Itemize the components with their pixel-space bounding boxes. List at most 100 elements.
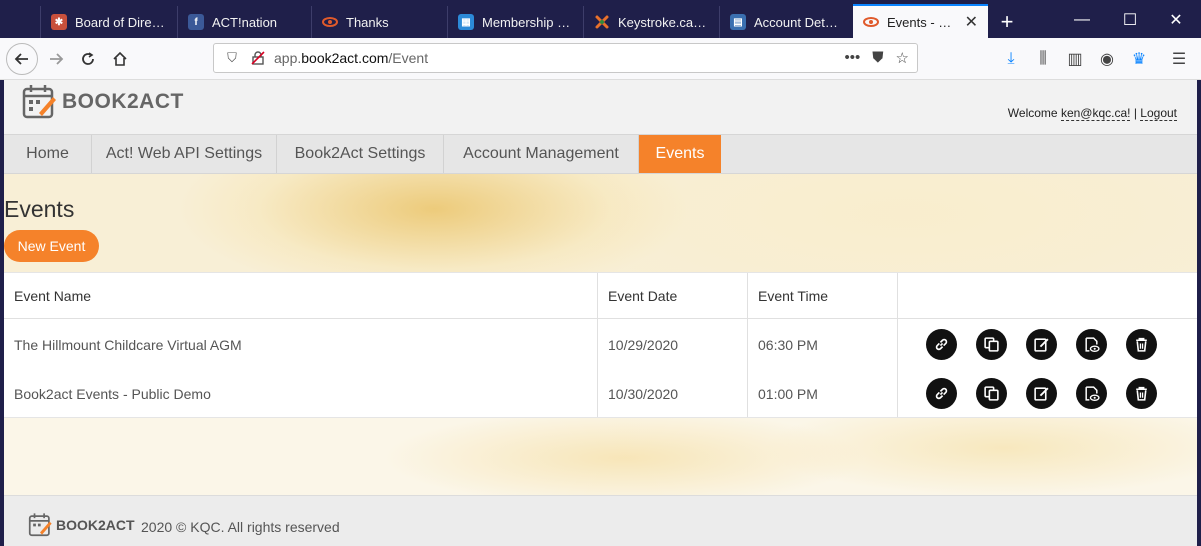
url-prefix: app.: [274, 50, 302, 66]
footer-logo: BOOK2ACT: [28, 512, 135, 538]
event-date-cell: 10/29/2020: [608, 336, 679, 353]
delete-button[interactable]: [1126, 329, 1157, 360]
menu-item-home[interactable]: Home: [4, 135, 92, 173]
eye-logo-icon: [863, 14, 879, 30]
menu-item-account-management[interactable]: Account Management: [444, 135, 639, 173]
eye-logo-icon: [322, 14, 338, 30]
web-page: BOOK2ACT Welcome ken@kqc.ca! | Logout Ho…: [4, 80, 1197, 546]
blue-grid-icon: ▦: [458, 14, 474, 30]
browser-tab[interactable]: Keystroke.ca - Wo: [583, 6, 719, 38]
shield-icon[interactable]: ⛉: [224, 50, 240, 66]
edit-icon: [1034, 338, 1049, 352]
welcome-text: Welcome ken@kqc.ca! | Logout: [1007, 106, 1177, 121]
preview-button[interactable]: [1076, 329, 1107, 360]
logout-link[interactable]: Logout: [1140, 106, 1177, 121]
events-hero: Events New Event: [4, 174, 1197, 272]
main-menu: Home Act! Web API Settings Book2Act Sett…: [4, 134, 1197, 174]
maximize-icon[interactable]: ☐: [1110, 6, 1150, 34]
browser-tab[interactable]: f ACT!nation: [177, 6, 311, 38]
column-header-event-date: Event Date: [608, 288, 678, 304]
event-name-cell: The Hillmount Childcare Virtual AGM: [14, 336, 242, 353]
table-row: Book2act Events - Public Demo 10/30/2020…: [4, 369, 1197, 418]
decorative-background: [4, 418, 1197, 495]
menu-icon[interactable]: ☰: [1168, 48, 1190, 70]
reload-button[interactable]: [72, 43, 104, 75]
browser-tab[interactable]: Thanks: [311, 6, 447, 38]
column-header-event-time: Event Time: [758, 288, 829, 304]
bookmark-star-icon[interactable]: ☆: [896, 49, 909, 67]
insecure-lock-icon[interactable]: [250, 51, 266, 65]
browser-tab[interactable]: ▤ Account Details -: [719, 6, 853, 38]
tab-label: Board of Directors: [75, 14, 167, 30]
new-tab-button[interactable]: +: [993, 8, 1021, 36]
back-button[interactable]: [6, 43, 38, 75]
document-icon: ▤: [730, 14, 746, 30]
edit-button[interactable]: [1026, 378, 1057, 409]
browser-tab-active[interactable]: Events - Book2 ✕: [853, 4, 988, 38]
event-date-cell: 10/30/2020: [608, 385, 679, 402]
user-link[interactable]: ken@kqc.ca!: [1060, 106, 1131, 121]
close-tab-icon[interactable]: ✕: [965, 12, 978, 32]
copy-icon: [984, 337, 999, 352]
forward-button[interactable]: [40, 43, 72, 75]
logo-text: BOOK2ACT: [62, 90, 184, 113]
preview-button[interactable]: [1076, 378, 1107, 409]
more-icon[interactable]: •••: [845, 49, 861, 67]
copy-button[interactable]: [976, 378, 1007, 409]
site-logo[interactable]: BOOK2ACT: [22, 82, 184, 122]
site-header: BOOK2ACT Welcome ken@kqc.ca! | Logout: [4, 80, 1197, 134]
close-window-icon[interactable]: ✕: [1156, 6, 1196, 34]
tab-label: Thanks: [346, 14, 389, 30]
url-actions: ••• ⛊ ☆: [845, 49, 909, 67]
welcome-prefix: Welcome: [1007, 106, 1058, 120]
edit-button[interactable]: [1026, 329, 1057, 360]
url-path: /Event: [388, 50, 429, 66]
row-actions: [926, 378, 1157, 409]
menu-item-api-settings[interactable]: Act! Web API Settings: [92, 135, 277, 173]
reload-icon: [82, 52, 94, 65]
preview-icon: [1085, 337, 1100, 352]
address-bar[interactable]: ⛉ app.book2act.com/Event ••• ⛊ ☆: [213, 43, 918, 73]
download-icon[interactable]: ⤓: [1000, 48, 1022, 70]
arrow-right-icon: [50, 53, 64, 65]
event-time-cell: 01:00 PM: [758, 385, 818, 402]
library-icon[interactable]: ⫼: [1032, 48, 1054, 70]
arrow-left-icon: [14, 53, 28, 65]
pocket-icon[interactable]: ⛊: [872, 49, 883, 67]
event-name-cell: Book2act Events - Public Demo: [14, 385, 211, 402]
page-title: Events: [4, 196, 75, 222]
trash-icon: [1136, 386, 1147, 401]
link-button[interactable]: [926, 329, 957, 360]
calendar-logo-icon: [28, 513, 52, 537]
delete-button[interactable]: [1126, 378, 1157, 409]
menu-item-book2act-settings[interactable]: Book2Act Settings: [277, 135, 444, 173]
row-actions: [926, 329, 1157, 360]
link-icon: [935, 338, 948, 351]
copy-button[interactable]: [976, 329, 1007, 360]
copyright-text: 2020 © KQC. All rights reserved: [141, 519, 340, 535]
minimize-icon[interactable]: —: [1062, 6, 1102, 34]
browser-tab[interactable]: ✱ Board of Directors: [40, 6, 177, 38]
browser-navbar: ⛉ app.book2act.com/Event ••• ⛊ ☆ ⤓ ⫼ ▥ ◉…: [0, 38, 1201, 80]
tab-label: Account Details -: [754, 14, 843, 30]
copy-icon: [984, 386, 999, 401]
account-icon[interactable]: ◉: [1096, 48, 1118, 70]
sidebar-icon[interactable]: ▥: [1064, 48, 1086, 70]
new-event-button[interactable]: New Event: [4, 230, 99, 262]
welcome-separator: |: [1133, 106, 1137, 120]
preview-icon: [1085, 386, 1100, 401]
trash-icon: [1136, 337, 1147, 352]
events-table: Event Name Event Date Event Time The Hil…: [4, 272, 1197, 418]
menu-item-events[interactable]: Events: [639, 135, 721, 173]
tab-label: Events - Book2: [887, 14, 957, 30]
column-header-event-name: Event Name: [14, 288, 92, 304]
link-button[interactable]: [926, 378, 957, 409]
link-icon: [935, 387, 948, 400]
browser-tab[interactable]: ▦ Membership Rewards: [447, 6, 583, 38]
url-text: app.book2act.com/Event: [274, 50, 428, 66]
home-button[interactable]: [104, 43, 136, 75]
event-time-cell: 06:30 PM: [758, 336, 818, 353]
extension-icon[interactable]: ♛: [1128, 48, 1150, 70]
joomla-icon: [594, 14, 610, 30]
multicolor-logo-icon: ✱: [51, 14, 67, 30]
